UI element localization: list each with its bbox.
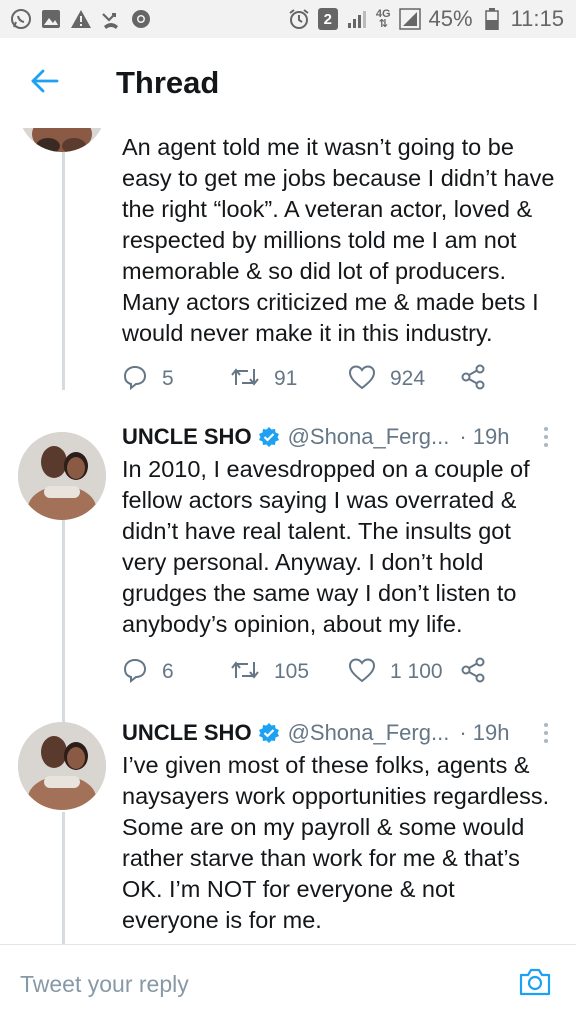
retweet-button[interactable]: 91 [230,365,348,394]
reply-composer: Tweet your reply [0,944,576,1024]
heart-icon [348,364,376,395]
network-type: 4G ⇅ [375,8,391,30]
author-handle[interactable]: @Shona_Ferg... [288,424,450,450]
more-dot-icon [544,731,548,735]
reply-count: 6 [162,660,174,683]
like-button[interactable]: 924 [348,364,460,395]
tweet-time: · 19h [459,424,510,449]
chrome-icon [130,8,152,30]
retweet-count: 91 [274,367,298,390]
author-name[interactable]: UNCLE SHO [122,424,252,450]
like-count: 1 100 [390,660,443,683]
retweet-count: 105 [274,660,310,683]
tweet-text: An agent told me it wasn’t going to be e… [122,134,555,346]
status-bar-system: 2 4G ⇅ 45% 11:15 [288,6,564,32]
alarm-icon [288,8,310,30]
missed-call-icon [100,8,122,30]
reply-input[interactable]: Tweet your reply [20,971,514,998]
app-header: Thread [0,38,576,128]
status-bar: 2 4G ⇅ 45% 11:15 [0,0,576,38]
author-name[interactable]: UNCLE SHO [122,720,252,746]
more-dot-icon [544,739,548,743]
status-bar-notifications [10,8,152,30]
retweet-button[interactable]: 105 [230,658,348,687]
like-button[interactable]: 1 100 [348,657,460,688]
share-button[interactable] [460,657,486,688]
tweet-content: UNCLE SHO @Shona_Ferg... · 19h In 2010, … [122,420,556,640]
signal-icon-2 [398,8,421,30]
heart-icon [348,657,376,688]
more-dot-icon [544,435,548,439]
signal-icon [346,8,368,30]
tweet-actions: 6 105 1 100 [122,654,486,690]
reply-count: 5 [162,367,174,390]
gallery-icon [40,8,62,30]
retweet-icon [230,365,260,394]
more-dot-icon [544,443,548,447]
thread-line [62,812,65,944]
more-options-button[interactable] [536,720,556,746]
warning-icon [70,8,92,30]
tweet[interactable]: An agent told me it wasn’t going to be e… [0,128,576,410]
camera-button[interactable] [514,964,556,1006]
tweet-actions: 5 91 924 [122,361,486,397]
battery-icon [481,8,503,30]
more-dot-icon [544,723,548,727]
more-options-button[interactable] [536,424,556,450]
tweet-content: An agent told me it wasn’t going to be e… [122,132,556,349]
sim-badge: 2 [317,8,338,30]
verified-badge-icon [258,722,280,744]
avatar[interactable] [18,432,106,520]
retweet-icon [230,658,260,687]
back-arrow-icon [31,69,59,98]
thread-list[interactable]: An agent told me it wasn’t going to be e… [0,128,576,944]
camera-icon [518,967,552,1002]
avatar[interactable] [18,722,106,810]
reply-button[interactable]: 5 [122,364,230,395]
author-handle[interactable]: @Shona_Ferg... [288,720,450,746]
page-title: Thread [116,65,220,100]
tweet-text: I’ve given most of these folks, agents &… [122,752,550,933]
reply-button[interactable]: 6 [122,657,230,688]
tweet-header: UNCLE SHO @Shona_Ferg... · 19h [122,716,556,750]
more-dot-icon [544,427,548,431]
avatar[interactable] [18,128,106,152]
reply-icon [122,657,148,688]
whatsapp-icon [10,8,32,30]
like-count: 924 [390,367,426,390]
share-icon [460,657,486,688]
clock: 11:15 [510,6,564,31]
tweet-header: UNCLE SHO @Shona_Ferg... · 19h [122,420,556,454]
share-icon [460,364,486,395]
battery-percent: 45% [428,6,473,31]
tweet-content: UNCLE SHO @Shona_Ferg... · 19h I’ve give… [122,716,556,936]
back-button[interactable] [20,58,70,108]
share-button[interactable] [460,364,486,395]
tweet-time: · 19h [459,720,510,745]
tweet-text: In 2010, I eavesdropped on a couple of f… [122,456,530,637]
reply-icon [122,364,148,395]
verified-badge-icon [258,426,280,448]
